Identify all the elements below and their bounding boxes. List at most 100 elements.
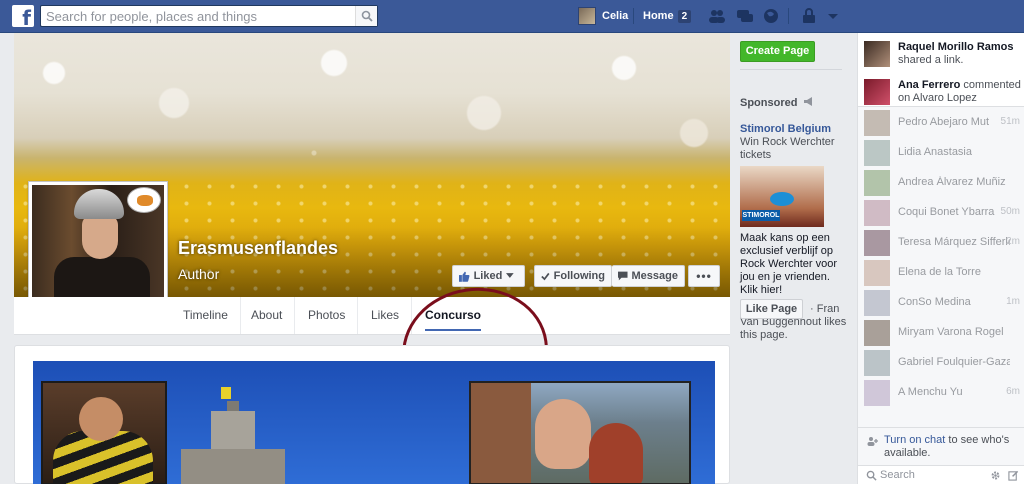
ticker-item[interactable]: Ana Ferrero commented on Alvaro Lopez Ra… bbox=[864, 77, 1024, 106]
home-label: Home bbox=[643, 10, 674, 22]
ticker-action: shared a link. bbox=[898, 54, 964, 66]
like-page-button[interactable]: Like Page bbox=[740, 299, 803, 319]
friend-name: A Menchu Yu bbox=[898, 386, 963, 398]
message-button[interactable]: Message bbox=[612, 265, 685, 287]
contest-tower-image bbox=[181, 387, 285, 484]
portrait-speech-bubble bbox=[127, 187, 161, 213]
friend-idle-time: 1m bbox=[1006, 296, 1020, 307]
avatar bbox=[864, 170, 890, 196]
chat-friend[interactable]: A Menchu Yu 6m bbox=[864, 378, 1024, 408]
avatar bbox=[864, 380, 890, 406]
ticker-item[interactable]: Raquel Morillo Ramos shared a link. bbox=[864, 39, 1024, 75]
home-link[interactable]: Home 2 bbox=[643, 6, 692, 26]
avatar bbox=[864, 230, 890, 256]
sponsored-label: Sponsored bbox=[740, 97, 798, 109]
message-label: Message bbox=[631, 270, 678, 282]
avatar bbox=[864, 110, 890, 136]
ticker-text: Ana Ferrero commented on Alvaro Lopez Ra… bbox=[898, 79, 1024, 106]
thumbs-up-icon bbox=[459, 271, 470, 282]
chat-friend[interactable]: Elena de la Torre bbox=[864, 258, 1024, 288]
friend-idle-time: 6m bbox=[1006, 386, 1020, 397]
chat-friend[interactable]: Teresa Márquez Sifferle 2m bbox=[864, 228, 1024, 258]
photo-building bbox=[471, 383, 531, 483]
ad-title[interactable]: Stimorol Belgium bbox=[740, 123, 831, 135]
chat-friend[interactable]: ConSo Medina 1m bbox=[864, 288, 1024, 318]
friend-idle-time: 2m bbox=[1006, 236, 1020, 247]
chat-friend[interactable]: Miryam Varona Rogel bbox=[864, 318, 1024, 348]
user-avatar bbox=[578, 7, 596, 25]
ad-image-mouth bbox=[770, 192, 794, 206]
portrait-helmet bbox=[74, 189, 124, 219]
compose-icon[interactable] bbox=[1008, 470, 1019, 481]
ad-brand-logo: STIMOROL bbox=[742, 210, 780, 221]
photo-person-2 bbox=[589, 423, 643, 483]
notifications-globe-icon[interactable] bbox=[762, 7, 780, 25]
search-input[interactable] bbox=[41, 6, 351, 26]
turn-on-chat-link[interactable]: Turn on chat bbox=[884, 434, 945, 446]
avatar bbox=[864, 320, 890, 346]
contest-banner[interactable] bbox=[33, 361, 715, 484]
liked-button[interactable]: Liked bbox=[452, 265, 525, 287]
tab-about[interactable]: About bbox=[239, 297, 296, 334]
contest-app-card bbox=[14, 345, 730, 484]
search-icon bbox=[361, 10, 373, 22]
tab-likes[interactable]: Likes bbox=[359, 297, 413, 334]
home-count-badge: 2 bbox=[677, 9, 692, 23]
avatar bbox=[864, 350, 890, 376]
avatar bbox=[864, 41, 890, 67]
user-name: Celia bbox=[602, 10, 629, 22]
tower-base bbox=[181, 449, 285, 484]
ticker-name: Ana Ferrero bbox=[898, 79, 961, 91]
checkmark-icon bbox=[541, 272, 550, 280]
friend-requests-icon[interactable] bbox=[708, 7, 726, 25]
divider bbox=[740, 69, 842, 70]
avatar bbox=[864, 260, 890, 286]
chat-search-input[interactable] bbox=[880, 468, 980, 482]
more-options-button[interactable]: ••• bbox=[688, 265, 720, 287]
create-page-button[interactable]: Create Page bbox=[740, 41, 815, 62]
page-title[interactable]: Erasmusenflandes bbox=[178, 238, 338, 259]
avatar bbox=[864, 79, 890, 105]
top-bar: f Celia Home 2 bbox=[0, 0, 1024, 33]
cover-foam bbox=[14, 33, 730, 173]
chat-friend[interactable]: Gabriel Foulquier-Gazagnes bbox=[864, 348, 1024, 378]
page-main-column: Erasmusenflandes Author Liked Following … bbox=[14, 33, 730, 424]
right-sidebar: Create Page Sponsored Stimorol Belgium W… bbox=[730, 33, 857, 484]
tab-timeline[interactable]: Timeline bbox=[171, 297, 241, 334]
megaphone-icon bbox=[803, 97, 812, 106]
ad-image[interactable]: STIMOROL bbox=[740, 166, 824, 227]
search-button[interactable] bbox=[355, 6, 377, 26]
friend-name: Pedro Abejaro Mut bbox=[898, 116, 990, 128]
friend-idle-time: 50m bbox=[1000, 206, 1020, 217]
ticker-name: Raquel Morillo Ramos bbox=[898, 41, 1014, 53]
chevron-down-icon bbox=[506, 273, 514, 278]
messages-icon[interactable] bbox=[736, 7, 754, 25]
page-tabs: Timeline About Photos Likes Concurso bbox=[14, 297, 730, 335]
chat-friend[interactable]: Lidia Anastasia bbox=[864, 138, 1024, 168]
gear-icon[interactable] bbox=[990, 470, 1001, 481]
contest-photo-left[interactable] bbox=[41, 381, 167, 484]
sponsored-header: Sponsored bbox=[740, 97, 814, 109]
contest-photo-right[interactable] bbox=[469, 381, 691, 484]
photo-person-1 bbox=[535, 399, 591, 469]
user-profile-link[interactable]: Celia bbox=[578, 6, 628, 26]
tab-photos[interactable]: Photos bbox=[296, 297, 359, 334]
chat-friend[interactable]: Andrea Álvarez Muñiz bbox=[864, 168, 1024, 198]
divider bbox=[788, 8, 789, 24]
ad-body-text[interactable]: Maak kans op een exclusief verblijf op R… bbox=[740, 232, 846, 297]
friend-name: Elena de la Torre bbox=[898, 266, 981, 278]
page-category[interactable]: Author bbox=[178, 266, 219, 282]
chat-friend[interactable]: Coqui Bonet Ybarra 50m bbox=[864, 198, 1024, 228]
following-button[interactable]: Following bbox=[534, 265, 612, 287]
chat-sidebar: Raquel Morillo Ramos shared a link. Ana F… bbox=[857, 33, 1024, 484]
chevron-down-icon[interactable] bbox=[824, 7, 842, 25]
ticker-text: Raquel Morillo Ramos shared a link. bbox=[898, 41, 1024, 67]
friend-name: Andrea Álvarez Muñiz bbox=[898, 176, 1006, 188]
tower-flag bbox=[221, 387, 231, 399]
photo-face bbox=[79, 397, 123, 441]
chat-friend[interactable]: Pedro Abejaro Mut 51m bbox=[864, 108, 1024, 138]
avatar bbox=[864, 290, 890, 316]
facebook-logo-icon[interactable]: f bbox=[12, 5, 34, 30]
privacy-lock-icon[interactable] bbox=[800, 7, 818, 25]
ad-subtitle[interactable]: Win Rock Werchter tickets bbox=[740, 136, 840, 162]
